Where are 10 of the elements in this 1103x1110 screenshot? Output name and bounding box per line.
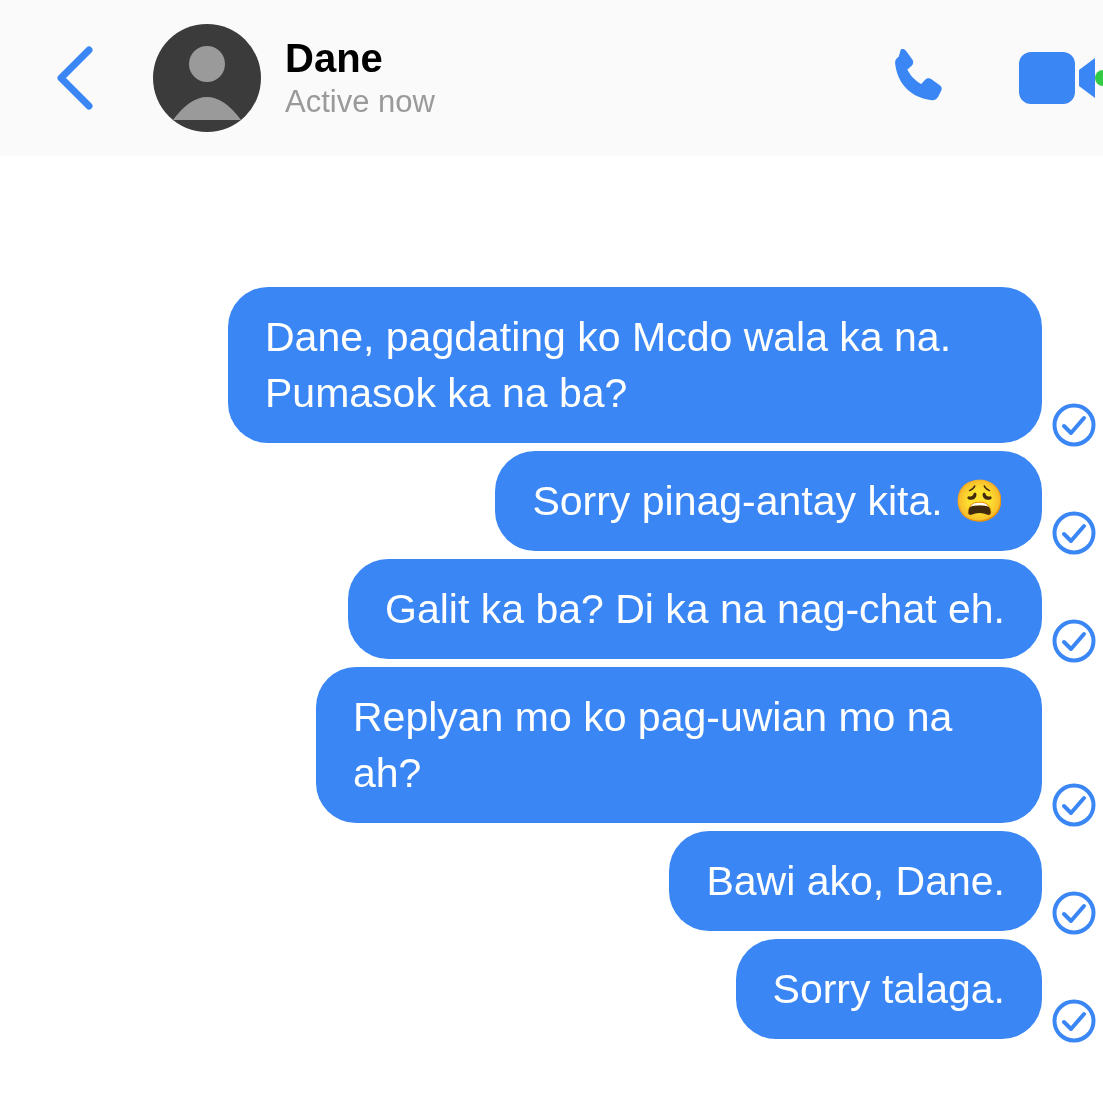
back-icon[interactable] xyxy=(55,46,95,110)
message-bubble: Sorry pinag-antay kita. 😩 xyxy=(495,451,1042,551)
message-bubble: Galit ka ba? Di ka na nag-chat eh. xyxy=(348,559,1042,659)
message-bubble: Sorry talaga. xyxy=(735,939,1042,1039)
contact-name: Dane xyxy=(285,35,384,82)
contact-status: Active now xyxy=(285,83,435,121)
avatar-icon[interactable] xyxy=(153,24,261,132)
message-bubble: Dane, pagdating ko Mcdo wala ka na. Pumasok ka na ba? xyxy=(228,287,1042,443)
message-bubble: Bawi ako, Dane. xyxy=(669,831,1042,931)
message-bubble: Replyan mo ko pag-uwian mo na ah? xyxy=(316,667,1042,823)
